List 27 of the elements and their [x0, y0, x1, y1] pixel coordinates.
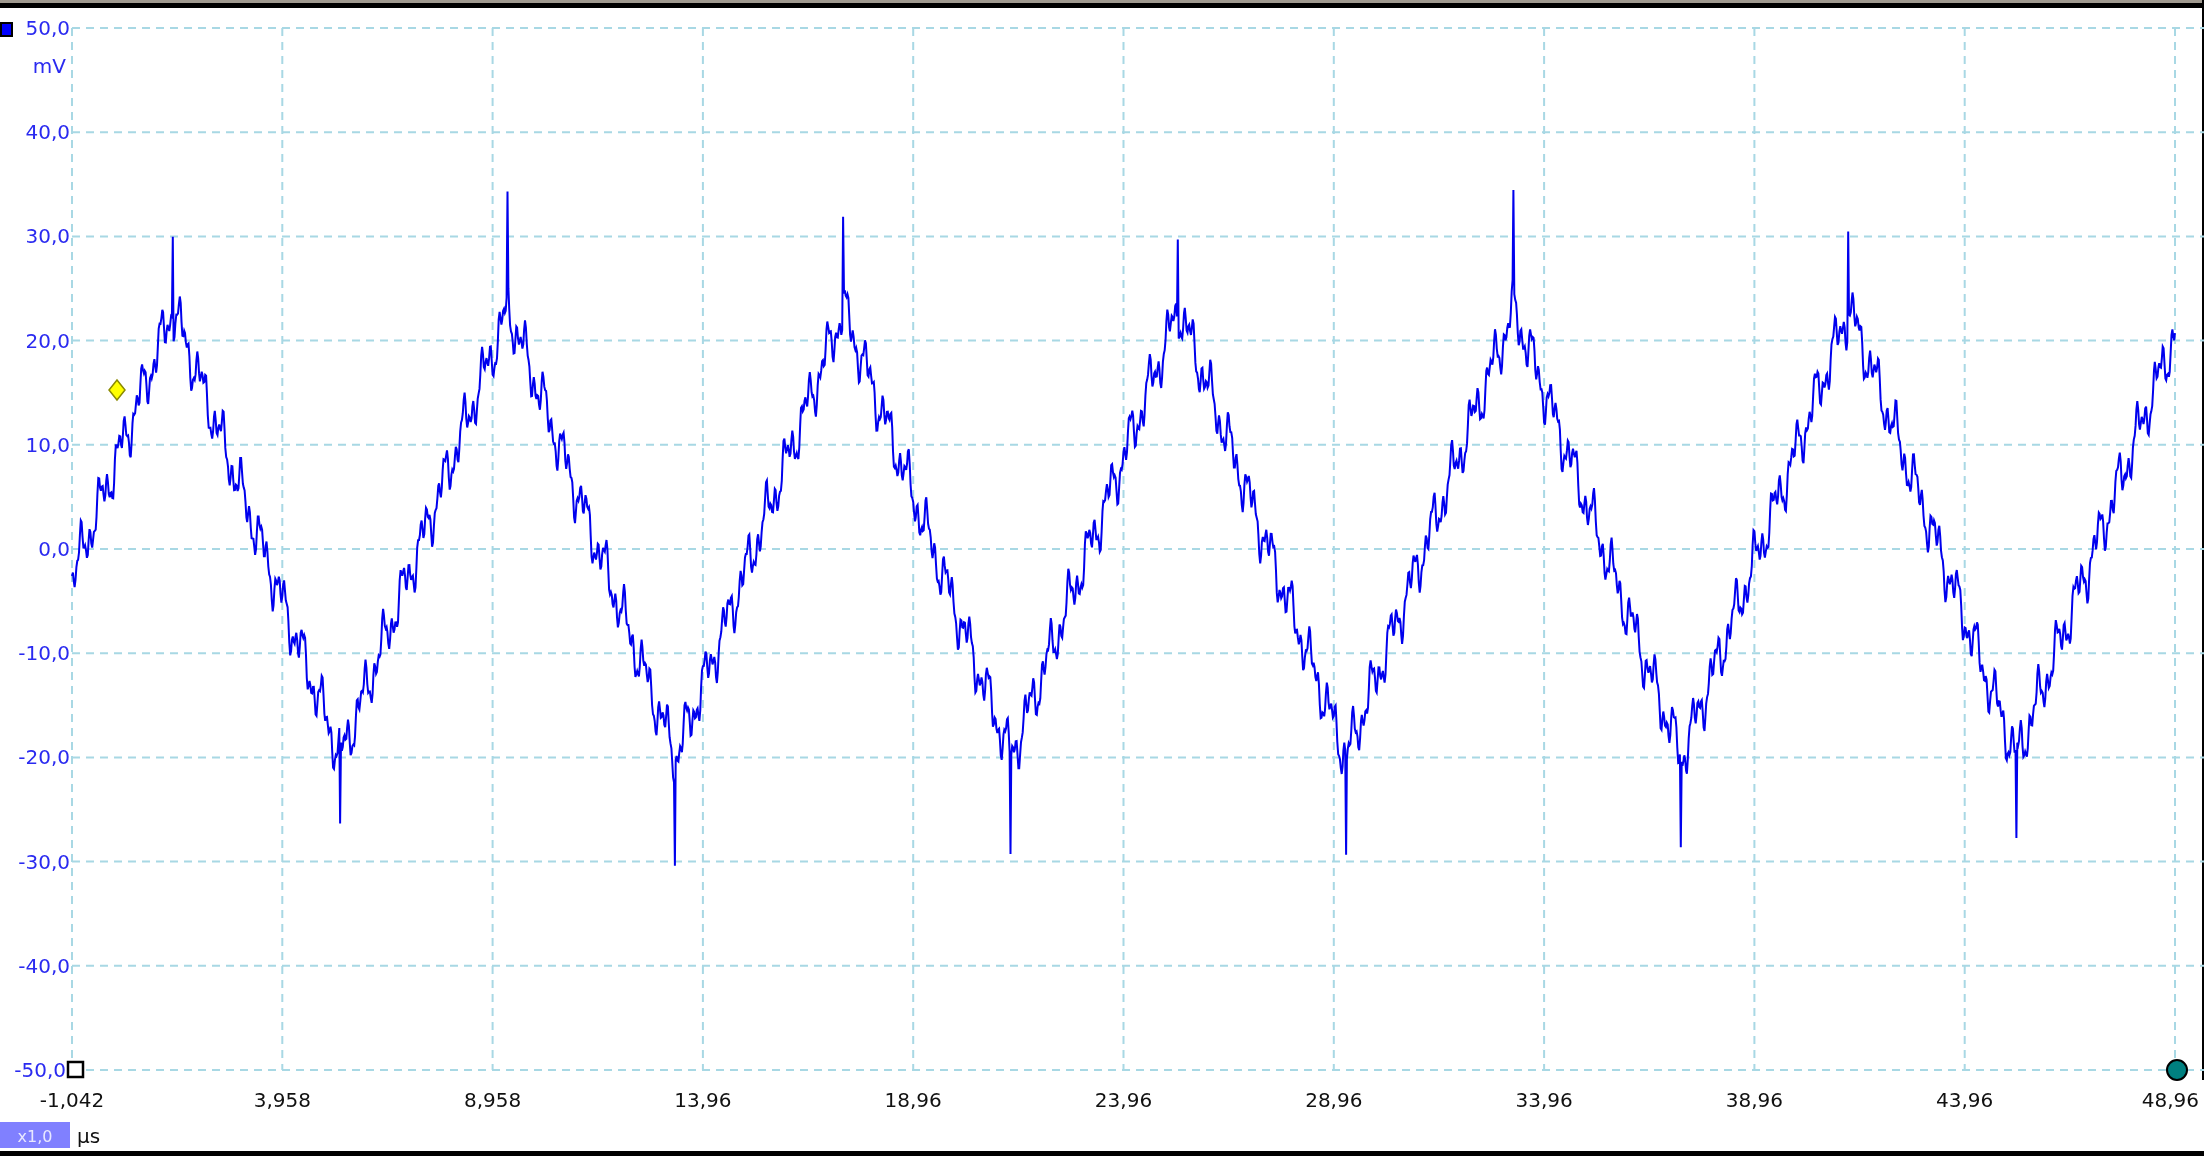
y-tick-label: 20,0: [25, 328, 70, 353]
x-tick-label: 28,96: [1305, 1088, 1363, 1112]
diamond-icon[interactable]: [108, 378, 126, 402]
y-tick-label: -10,0: [18, 641, 70, 666]
y-tick-label: 10,0: [25, 432, 70, 457]
x-tick-label: 23,96: [1094, 1088, 1153, 1112]
y-tick-label: 50,0: [25, 16, 70, 40]
y-tick-label: 0,0: [38, 537, 70, 561]
zoom-badge: x1,0: [0, 1122, 70, 1148]
y-tick-label: 40,0: [25, 120, 70, 145]
y-tick-label: -30,0: [18, 849, 70, 874]
x-tick-label: 18,96: [884, 1088, 942, 1112]
x-tick-label: 33,96: [1515, 1088, 1573, 1112]
y-tick-label: -40,0: [18, 953, 70, 978]
x-tick-label: 38,96: [1725, 1088, 1784, 1112]
x-tick-label: 3,958: [253, 1088, 311, 1112]
y-tick-label: 30,0: [25, 224, 70, 249]
x-tick-label: 43,96: [1936, 1088, 1994, 1112]
x-tick-label: 48,96: [2141, 1088, 2199, 1112]
x-tick-label: -1,042: [39, 1088, 105, 1112]
y-axis-unit: mV: [32, 54, 66, 78]
x-tick-label: 13,96: [674, 1088, 732, 1112]
square-icon[interactable]: [66, 1060, 85, 1079]
y-tick-label: -20,0: [18, 745, 70, 770]
y-tick-label: -50,0: [14, 1058, 66, 1082]
x-axis-unit: µs: [77, 1124, 101, 1148]
x-tick-label: 8,958: [463, 1088, 522, 1112]
